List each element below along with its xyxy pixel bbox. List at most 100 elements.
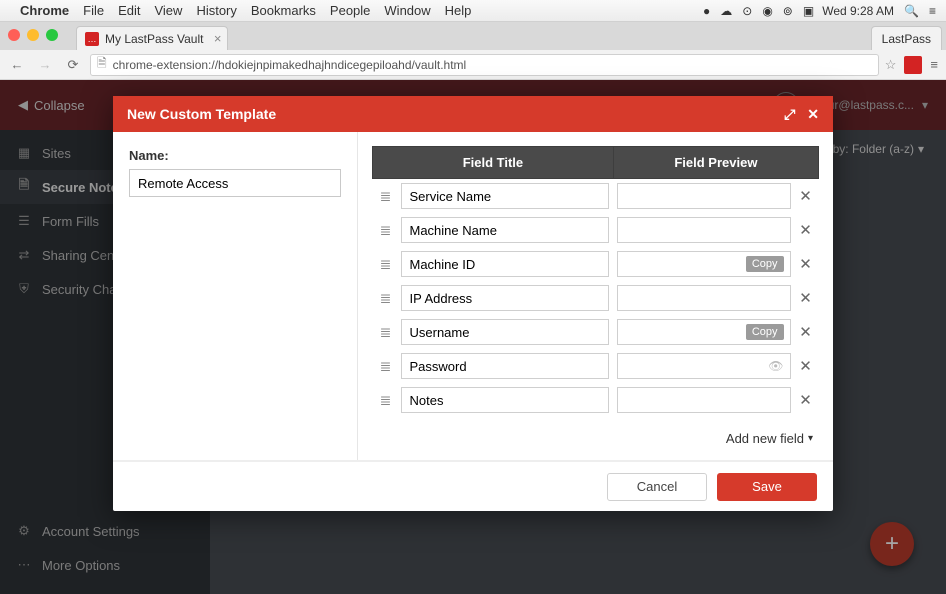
bookmark-star-icon[interactable]: ☆ bbox=[885, 57, 897, 73]
name-label: Name: bbox=[129, 148, 341, 163]
field-row: ≣ 👁 ✕ bbox=[373, 349, 819, 383]
col-field-preview: Field Preview bbox=[613, 147, 818, 179]
drag-handle-icon[interactable]: ≣ bbox=[377, 222, 395, 239]
save-button[interactable]: Save bbox=[717, 473, 817, 501]
status-icon[interactable]: ● bbox=[703, 4, 710, 18]
modal-header: New Custom Template ⤢ ✕ bbox=[113, 96, 833, 132]
menu-help[interactable]: Help bbox=[445, 3, 472, 18]
drag-handle-icon[interactable]: ≣ bbox=[377, 392, 395, 409]
nav-reload-button[interactable]: ⟳ bbox=[62, 54, 84, 76]
menu-people[interactable]: People bbox=[330, 3, 370, 18]
window-close-button[interactable] bbox=[8, 29, 20, 41]
field-preview-box[interactable] bbox=[617, 387, 790, 413]
copy-badge[interactable]: Copy bbox=[746, 324, 784, 340]
menu-edit[interactable]: Edit bbox=[118, 3, 140, 18]
spotlight-icon[interactable]: 🔍 bbox=[904, 4, 919, 18]
menu-bookmarks[interactable]: Bookmarks bbox=[251, 3, 316, 18]
window-zoom-button[interactable] bbox=[46, 29, 58, 41]
modal-right-panel: Field Title Field Preview ≣✕≣✕≣Copy✕≣✕≣C… bbox=[358, 132, 833, 460]
drag-handle-icon[interactable]: ≣ bbox=[377, 324, 395, 341]
field-title-input[interactable] bbox=[401, 251, 610, 277]
nav-back-button[interactable]: ← bbox=[6, 54, 28, 76]
drag-handle-icon[interactable]: ≣ bbox=[377, 358, 395, 375]
field-preview-box[interactable] bbox=[617, 217, 790, 243]
field-title-input[interactable] bbox=[401, 319, 610, 345]
copy-badge[interactable]: Copy bbox=[746, 256, 784, 272]
field-row: ≣✕ bbox=[373, 281, 819, 315]
add-field-label: Add new field bbox=[726, 431, 804, 446]
menu-view[interactable]: View bbox=[154, 3, 182, 18]
tab-strip: … My LastPass Vault × LastPass bbox=[0, 22, 946, 50]
modal-body: Name: Field Title Field Preview ≣✕≣✕≣Cop… bbox=[113, 132, 833, 461]
drag-handle-icon[interactable]: ≣ bbox=[377, 188, 395, 205]
modal-title: New Custom Template bbox=[127, 106, 276, 122]
field-preview-box[interactable]: Copy bbox=[617, 319, 790, 345]
status-headphones-icon[interactable]: ⊙ bbox=[742, 4, 752, 18]
field-row: ≣✕ bbox=[373, 179, 819, 214]
field-row: ≣ Copy ✕ bbox=[373, 247, 819, 281]
remove-field-icon[interactable]: ✕ bbox=[797, 323, 815, 341]
field-table: Field Title Field Preview ≣✕≣✕≣Copy✕≣✕≣C… bbox=[372, 146, 819, 417]
lastpass-extension-tab[interactable]: LastPass bbox=[871, 26, 942, 50]
status-wifi-icon[interactable]: ⊚ bbox=[783, 4, 793, 18]
window-controls bbox=[8, 29, 58, 41]
modal-left-panel: Name: bbox=[113, 132, 358, 460]
col-field-title: Field Title bbox=[373, 147, 614, 179]
field-preview-box[interactable]: 👁 bbox=[617, 353, 790, 379]
window-minimize-button[interactable] bbox=[27, 29, 39, 41]
field-preview-box[interactable] bbox=[617, 285, 790, 311]
tab-close-icon[interactable]: × bbox=[214, 31, 222, 46]
remove-field-icon[interactable]: ✕ bbox=[797, 357, 815, 375]
field-title-input[interactable] bbox=[401, 183, 610, 209]
status-battery-icon[interactable]: ▣ bbox=[803, 4, 814, 18]
status-cloud-icon[interactable]: ☁ bbox=[720, 4, 732, 18]
new-custom-template-modal: New Custom Template ⤢ ✕ Name: Field Titl… bbox=[113, 96, 833, 511]
ext-label: LastPass bbox=[882, 32, 931, 46]
menu-history[interactable]: History bbox=[196, 3, 236, 18]
drag-handle-icon[interactable]: ≣ bbox=[377, 290, 395, 307]
cancel-label: Cancel bbox=[637, 479, 677, 494]
remove-field-icon[interactable]: ✕ bbox=[797, 187, 815, 205]
app-surface: ◀ Collapse LastPass arthur@lastpass.c...… bbox=[0, 80, 946, 594]
field-title-input[interactable] bbox=[401, 285, 610, 311]
field-title-input[interactable] bbox=[401, 217, 610, 243]
field-preview-box[interactable]: Copy bbox=[617, 251, 790, 277]
address-bar: ← → ⟳ 🗎 chrome-extension://hdokiejnpimak… bbox=[0, 50, 946, 80]
chrome-window: … My LastPass Vault × LastPass ← → ⟳ 🗎 c… bbox=[0, 22, 946, 594]
remove-field-icon[interactable]: ✕ bbox=[797, 391, 815, 409]
modal-expand-icon[interactable]: ⤢ bbox=[784, 106, 795, 123]
mac-menubar: Chrome File Edit View History Bookmarks … bbox=[0, 0, 946, 22]
omnibox[interactable]: 🗎 chrome-extension://hdokiejnpimakedhajh… bbox=[90, 54, 879, 76]
lastpass-extension-icon[interactable] bbox=[904, 56, 922, 74]
drag-handle-icon[interactable]: ≣ bbox=[377, 256, 395, 273]
add-new-field-dropdown[interactable]: Add new field ▾ bbox=[720, 427, 819, 450]
browser-tab[interactable]: … My LastPass Vault × bbox=[76, 26, 228, 50]
field-row: ≣ Copy ✕ bbox=[373, 315, 819, 349]
menubar-clock[interactable]: Wed 9:28 AM bbox=[822, 4, 894, 18]
chrome-menu-icon[interactable]: ≡ bbox=[930, 57, 938, 72]
nav-forward-button[interactable]: → bbox=[34, 54, 56, 76]
tab-favicon: … bbox=[85, 32, 99, 46]
reveal-password-icon[interactable]: 👁 bbox=[768, 359, 783, 373]
remove-field-icon[interactable]: ✕ bbox=[797, 289, 815, 307]
url-text: chrome-extension://hdokiejnpimakedhajhnd… bbox=[113, 58, 467, 72]
modal-close-icon[interactable]: ✕ bbox=[807, 106, 819, 123]
save-label: Save bbox=[752, 479, 782, 494]
field-row: ≣✕ bbox=[373, 383, 819, 417]
field-row: ≣✕ bbox=[373, 213, 819, 247]
remove-field-icon[interactable]: ✕ bbox=[797, 221, 815, 239]
field-title-input[interactable] bbox=[401, 353, 610, 379]
remove-field-icon[interactable]: ✕ bbox=[797, 255, 815, 273]
status-dot-icon[interactable]: ◉ bbox=[762, 4, 772, 18]
field-title-input[interactable] bbox=[401, 387, 610, 413]
menubar-hamburger-icon[interactable]: ≡ bbox=[929, 4, 936, 18]
caret-down-icon: ▾ bbox=[808, 433, 813, 444]
menubar-app-name[interactable]: Chrome bbox=[20, 3, 69, 18]
cancel-button[interactable]: Cancel bbox=[607, 473, 707, 501]
tab-title: My LastPass Vault bbox=[105, 32, 203, 46]
menu-window[interactable]: Window bbox=[384, 3, 430, 18]
field-preview-box[interactable] bbox=[617, 183, 790, 209]
page-icon: 🗎 bbox=[97, 54, 107, 75]
template-name-input[interactable] bbox=[129, 169, 341, 197]
menu-file[interactable]: File bbox=[83, 3, 104, 18]
